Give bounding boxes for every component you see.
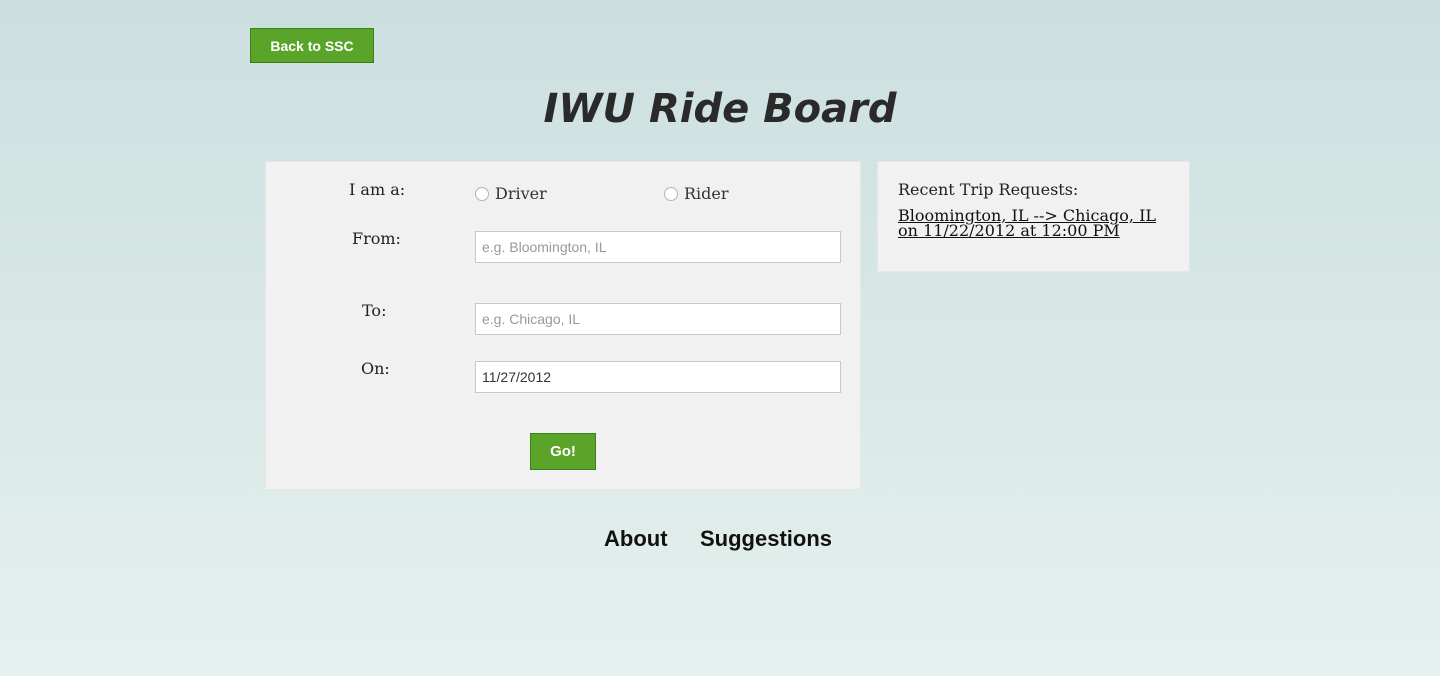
driver-radio-option[interactable]: Driver [475,184,547,203]
recent-request-link[interactable]: Bloomington, IL --> Chicago, IL on 11/22… [898,208,1173,239]
driver-radio-label: Driver [495,184,547,203]
rider-radio[interactable] [664,186,678,201]
from-label: From: [352,229,401,248]
trip-form-panel: I am a: Driver Rider From: To: On: Go! [265,161,861,490]
go-button[interactable]: Go! [530,433,596,470]
rider-radio-option[interactable]: Rider [664,184,729,203]
date-input[interactable] [475,361,841,393]
from-input[interactable] [475,231,841,263]
about-link[interactable]: About [604,526,668,552]
suggestions-link[interactable]: Suggestions [700,526,832,552]
role-label: I am a: [349,180,406,199]
to-label: To: [362,301,387,320]
driver-radio[interactable] [475,186,489,201]
recent-requests-title: Recent Trip Requests: [898,180,1079,199]
page-title: IWU Ride Board [543,86,897,132]
on-label: On: [361,359,390,378]
back-to-ssc-button[interactable]: Back to SSC [250,28,374,63]
to-input[interactable] [475,303,841,335]
rider-radio-label: Rider [684,184,729,203]
recent-requests-panel: Recent Trip Requests: Bloomington, IL --… [877,161,1190,272]
